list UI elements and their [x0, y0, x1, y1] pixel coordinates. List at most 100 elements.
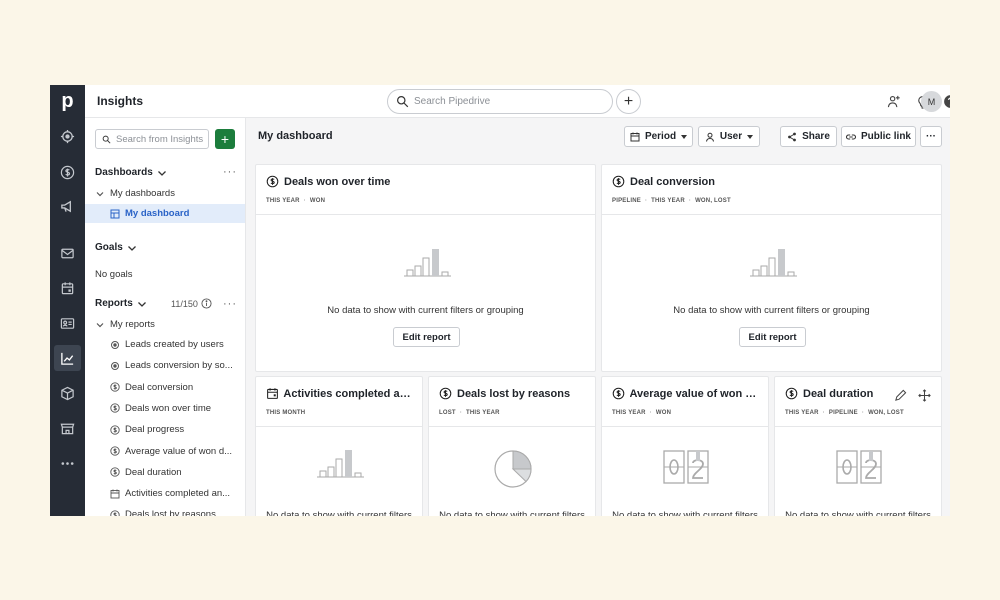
period-filter-button[interactable]: Period — [624, 126, 693, 147]
chevron-down-icon — [127, 245, 136, 251]
edit-pencil-icon[interactable] — [894, 389, 907, 402]
dollar-icon — [785, 387, 798, 400]
report-card-deals-won[interactable]: Deals won over time THIS YEAR · WON No data … — [255, 164, 596, 372]
period-label: Period — [644, 131, 677, 142]
sidebar-report-item[interactable]: Deals won over time — [85, 399, 245, 418]
share-button[interactable]: Share — [780, 126, 837, 147]
calendar-icon — [266, 387, 278, 400]
card-title-text: Deals won over time — [284, 175, 391, 188]
nav-marketplace-icon[interactable] — [50, 415, 85, 441]
reports-more-button[interactable]: ··· — [223, 298, 237, 310]
dashboard-grid-icon — [110, 209, 120, 219]
card-header: Deals won over time THIS YEAR · WON — [256, 165, 595, 215]
chevron-down-icon — [137, 301, 146, 307]
no-data-message: No data to show with current filters or … — [673, 305, 870, 316]
sidebar-report-label: Deals lost by reasons — [125, 509, 216, 516]
sidebar-report-item[interactable]: Leads conversion by so... — [85, 356, 245, 375]
move-drag-icon[interactable] — [918, 389, 931, 402]
nav-products-icon[interactable] — [50, 380, 85, 406]
global-search[interactable] — [387, 89, 613, 114]
nav-leads-icon[interactable] — [50, 123, 85, 149]
report-card-average-value[interactable]: Average value of won de... THIS YEAR · WON N… — [601, 376, 769, 516]
nav-calendar-icon[interactable] — [50, 275, 85, 301]
bar-chart-placeholder-icon — [749, 248, 797, 281]
nav-mail-icon[interactable] — [50, 240, 85, 266]
report-card-deal-duration[interactable]: Deal duration THIS YEAR · PIPELINE · WON, LOS… — [774, 376, 942, 516]
my-dashboard-item[interactable]: My dashboard — [85, 204, 245, 223]
goals-section-toggle[interactable]: Goals — [95, 242, 137, 253]
search-icon — [397, 96, 409, 108]
search-icon — [102, 135, 111, 143]
insights-search-input[interactable] — [116, 133, 208, 145]
my-reports-label: My reports — [110, 319, 155, 330]
card-title[interactable]: Average value of won de... — [612, 387, 762, 400]
tag-separator: · — [688, 198, 692, 204]
my-dashboards-folder[interactable]: My dashboards — [85, 184, 245, 203]
public-link-button[interactable]: Public link — [841, 126, 916, 147]
nav-deals-icon[interactable] — [50, 159, 85, 185]
user-filter-button[interactable]: User — [698, 126, 760, 147]
dashboards-more-button[interactable]: ··· — [223, 166, 237, 178]
sidebar-report-item[interactable]: Deal duration — [85, 463, 245, 482]
card-filter-tag: THIS YEAR — [466, 410, 500, 416]
chevron-down-icon — [157, 170, 166, 176]
card-title-text: Deal duration — [803, 387, 874, 400]
edit-report-button[interactable]: Edit report — [393, 327, 460, 347]
sidebar-report-item[interactable]: Deal conversion — [85, 378, 245, 397]
dashboards-section-toggle[interactable]: Dashboards — [95, 167, 167, 178]
card-filter-tag: LOST — [439, 410, 456, 416]
top-bar: Insights + M — [85, 85, 950, 118]
my-dashboards-label: My dashboards — [110, 188, 175, 199]
calendar-icon — [630, 132, 640, 141]
card-title[interactable]: Deal conversion — [612, 175, 715, 188]
calendar-icon — [110, 489, 120, 499]
counter-placeholder-icon — [836, 449, 882, 488]
nav-insights-icon[interactable] — [54, 345, 81, 371]
reports-section-toggle[interactable]: Reports — [95, 298, 147, 309]
card-filter-tag: WON — [309, 198, 326, 204]
sidebar-report-label: Deal progress — [125, 424, 185, 436]
info-icon[interactable] — [201, 298, 212, 309]
card-title[interactable]: Deals lost by reasons — [439, 387, 570, 400]
pipedrive-logo[interactable]: p — [50, 85, 85, 118]
app-window: p Insights Search Pipedrive + M Search f… — [50, 85, 950, 516]
bar-chart-placeholder-icon — [403, 248, 451, 281]
card-title[interactable]: Deals won over time — [266, 175, 390, 188]
sidebar-report-item[interactable]: Average value of won d... — [85, 442, 245, 461]
nav-more-icon[interactable] — [50, 450, 85, 476]
user-avatar[interactable]: M — [921, 91, 942, 112]
global-search-input[interactable] — [414, 96, 594, 107]
dollar-icon — [612, 175, 625, 188]
sidebar-report-label: Leads created by users — [125, 339, 224, 350]
my-reports-folder[interactable]: My reports — [85, 315, 245, 334]
tag-separator: · — [644, 198, 648, 204]
caret-down-icon — [747, 134, 754, 139]
sidebar-report-item[interactable]: Leads created by users — [85, 335, 245, 354]
card-title[interactable]: Deal duration — [785, 387, 873, 400]
sidebar-report-item[interactable]: Activities completed an... — [85, 484, 245, 503]
help-icon[interactable] — [942, 93, 950, 110]
no-data-message: No data to show with current filters — [612, 510, 758, 516]
nav-contacts-icon[interactable] — [50, 310, 85, 336]
quick-add-button[interactable]: + — [616, 89, 641, 114]
counter-placeholder-icon — [663, 449, 709, 488]
edit-report-button[interactable]: Edit report — [739, 327, 806, 347]
invite-users-icon[interactable] — [886, 93, 903, 110]
card-filter-tags: PIPELINE · THIS YEAR · WON, LOST — [612, 198, 731, 204]
sidebar-report-item[interactable]: Deal progress — [85, 420, 245, 439]
more-options-button[interactable]: ··· — [920, 126, 942, 147]
add-insight-button[interactable]: + — [215, 129, 235, 149]
sidebar-report-item[interactable]: Deals lost by reasons — [85, 505, 245, 516]
card-title[interactable]: Activities completed and... — [266, 387, 416, 400]
insights-search[interactable] — [95, 129, 209, 149]
dashboard-title: My dashboard — [258, 130, 333, 142]
chevron-down-icon — [95, 189, 105, 199]
nav-campaigns-icon[interactable] — [50, 193, 85, 219]
sidebar-report-label: Leads conversion by so... — [125, 360, 233, 372]
reports-title: Reports — [95, 298, 133, 309]
report-card-activities[interactable]: Activities completed and... THIS MONTH No … — [255, 376, 423, 516]
report-card-deal-conversion[interactable]: Deal conversion PIPELINE · THIS YEAR · WON, L… — [601, 164, 942, 372]
card-header: Average value of won de... THIS YEAR · WON — [602, 377, 768, 427]
card-filter-tag: PIPELINE — [828, 410, 858, 416]
report-card-deals-lost[interactable]: Deals lost by reasons LOST · THIS YEAR No da… — [428, 376, 596, 516]
